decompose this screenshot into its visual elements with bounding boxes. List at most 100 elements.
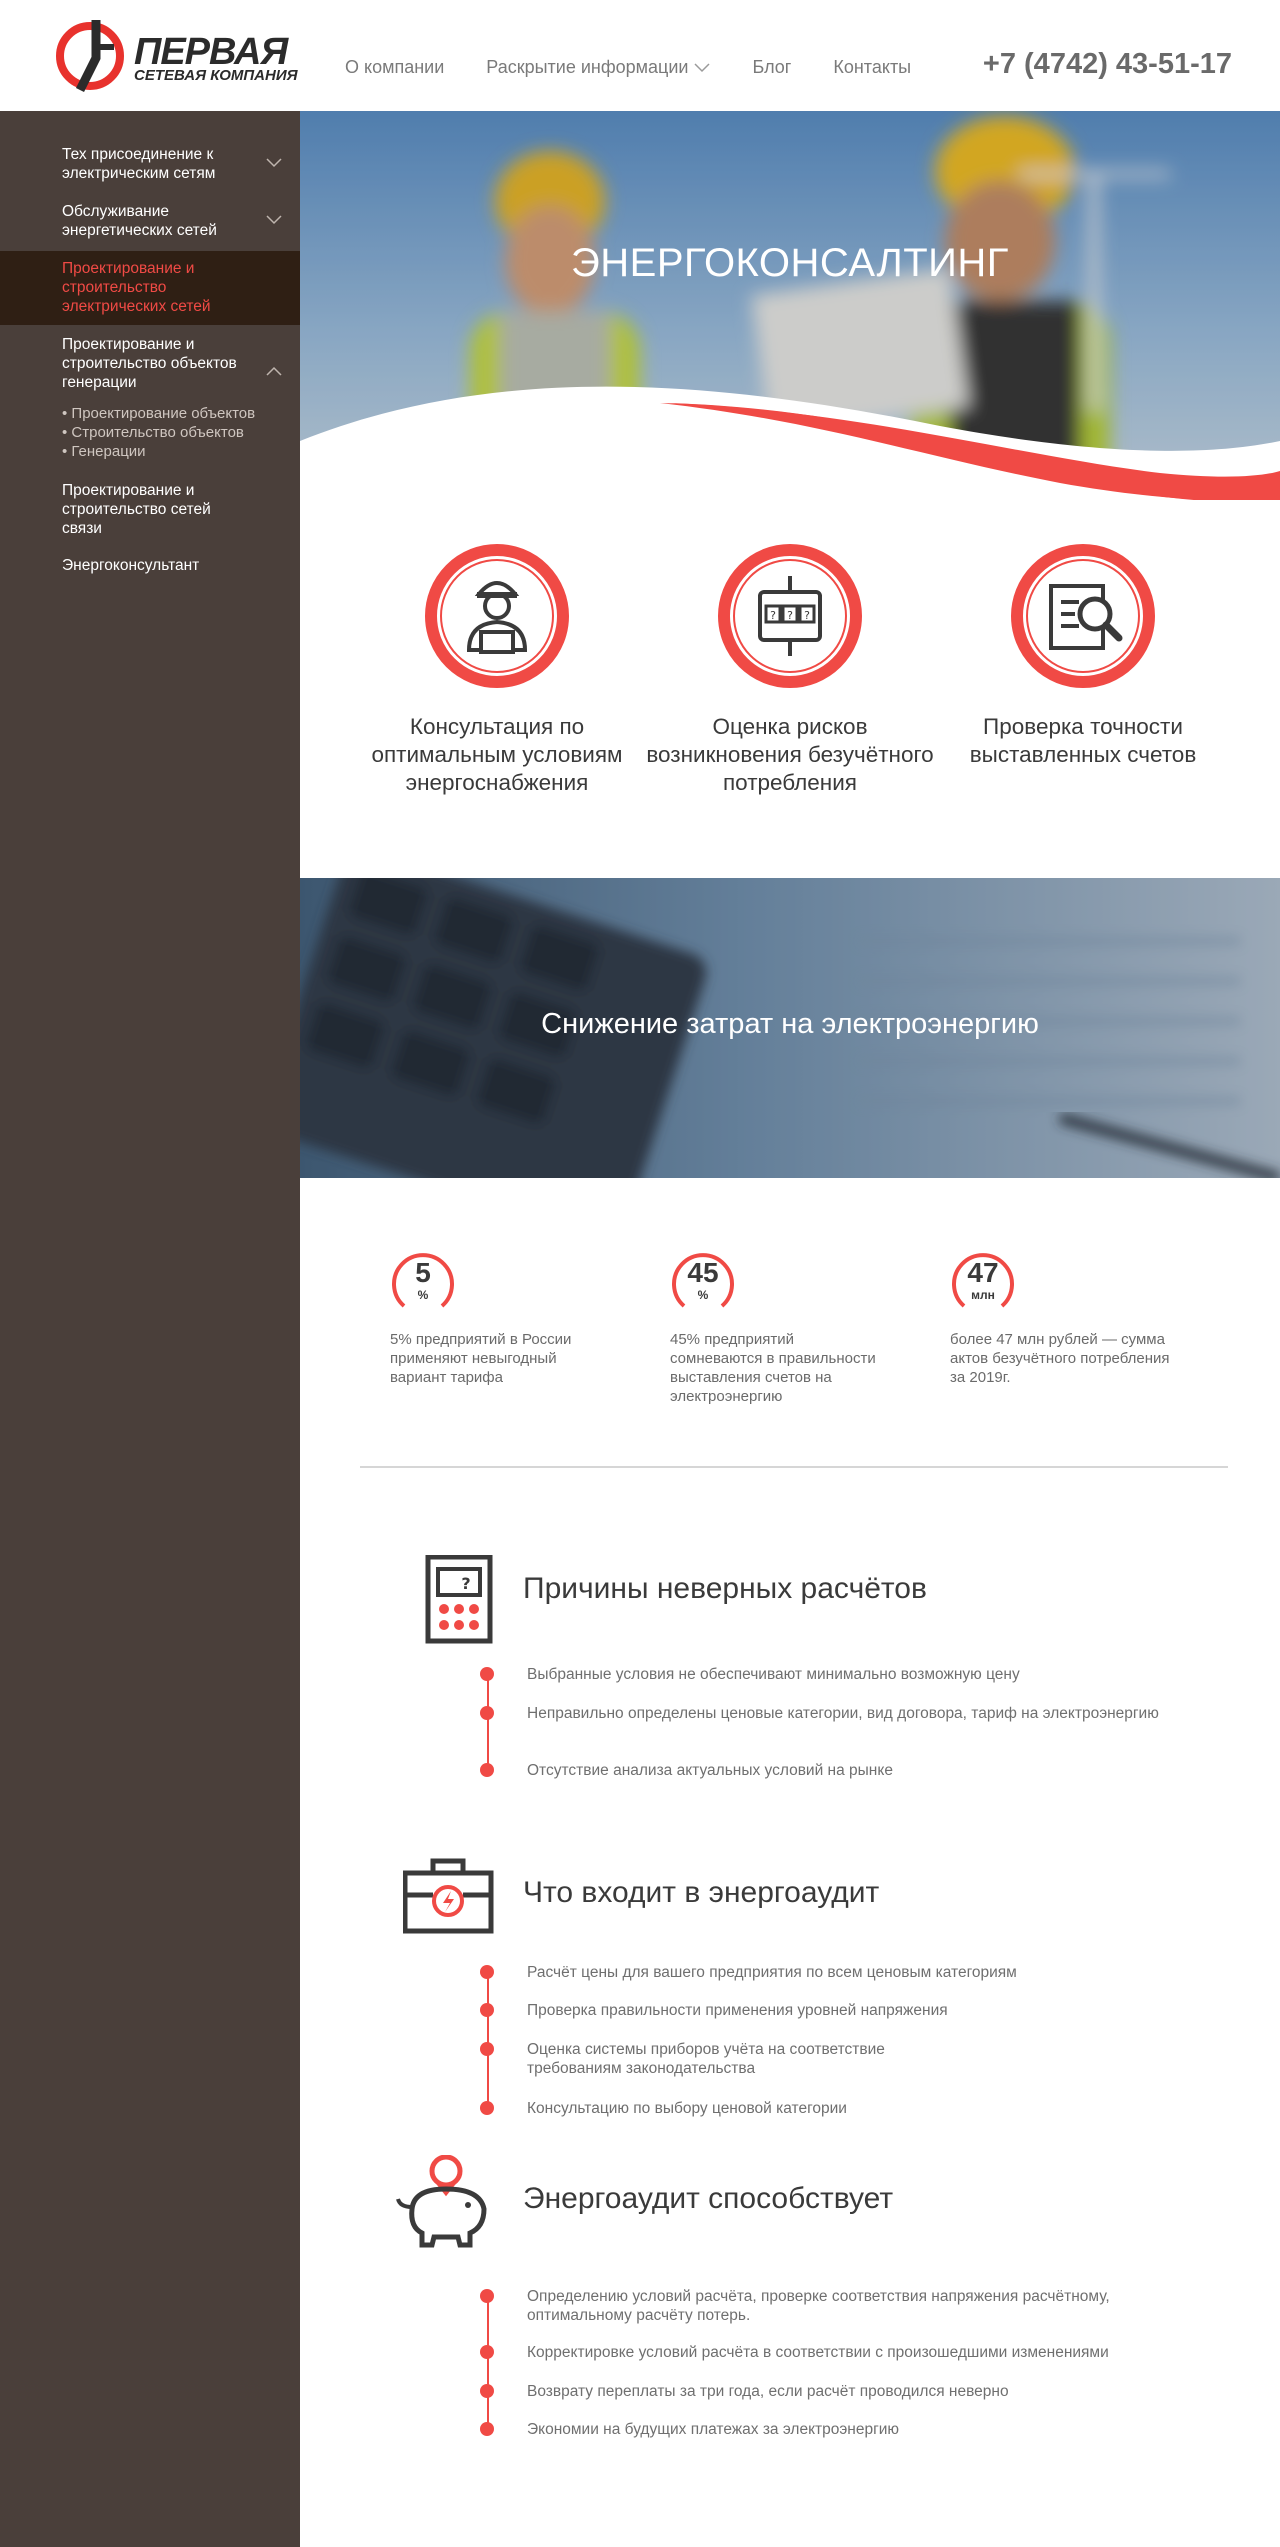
- nav-disclosure-label: Раскрытие информации: [486, 57, 689, 77]
- sidebar-item-label: Проектирование и строительство объектов …: [62, 336, 237, 391]
- section-title: Энергоаудит способствует: [523, 2182, 894, 2215]
- sidebar-item-electric-networks[interactable]: Проектирование и строительство электриче…: [0, 251, 300, 325]
- sidebar-item-consultant[interactable]: Энергоконсультант: [0, 556, 300, 575]
- sidebar-submenu: • Проектирование объектов • Строительств…: [0, 404, 300, 461]
- sidebar-subitem[interactable]: • Проектирование объектов: [0, 404, 300, 423]
- sidebar-item-label: Тех присоединение к электрическим сетям: [62, 146, 216, 182]
- stat-badge: 5 %: [390, 1250, 456, 1316]
- stat-unit: %: [697, 1288, 709, 1302]
- timeline-line: [487, 1972, 489, 2108]
- chevron-down-icon: [266, 215, 282, 225]
- service-bill-check[interactable]: Проверка точности выставленных счетов: [938, 542, 1228, 769]
- section-wrong-calculations: ? Причины неверных расчётов Выбранные ус…: [300, 1555, 1280, 1805]
- hero-banner: ЭНЕРГОКОНСАЛТИНГ: [300, 111, 1280, 500]
- service-consultation[interactable]: Консультация по оптимальным условиям эне…: [352, 542, 642, 797]
- worker-icon: [425, 544, 569, 688]
- cost-banner: Снижение затрат на электроэнергию: [300, 878, 1280, 1178]
- nav-disclosure[interactable]: Раскрытие информации: [486, 57, 710, 78]
- sidebar-item-label: Энергоконсультант: [62, 557, 200, 574]
- sidebar-item-label: Обслуживание энергетических сетей: [62, 203, 217, 239]
- stat-text: 5% предприятий в России применяют невыго…: [390, 1331, 572, 1386]
- sidebar-item-generation[interactable]: Проектирование и строительство объектов …: [0, 335, 300, 392]
- chevron-up-icon: [266, 366, 282, 376]
- stat-text: 45% предприятий сомневаются в правильнос…: [670, 1331, 876, 1405]
- chevron-down-icon: [266, 158, 282, 168]
- hero-title: ЭНЕРГОКОНСАЛТИНГ: [571, 241, 1009, 285]
- svg-text:?: ?: [770, 609, 776, 622]
- service-label: Консультация по оптимальным условиям эне…: [371, 714, 623, 795]
- list-item: Консультацию по выбору ценовой категории: [527, 2100, 847, 2117]
- phone-number[interactable]: +7 (4742) 43-51-17: [983, 48, 1232, 81]
- nav-about-label: О компании: [345, 57, 445, 77]
- meter-icon: ? ? ?: [718, 544, 862, 688]
- list-item: Экономии на будущих платежах за электроэ…: [527, 2421, 900, 2438]
- stat-unit: млн: [971, 1288, 995, 1302]
- timeline-line: [487, 1674, 489, 1770]
- stat-card: 47 млн более 47 млн рублей — сумма актов…: [950, 1250, 1170, 1387]
- nav-about[interactable]: О компании: [345, 57, 444, 78]
- list-item: Неправильно определены ценовые категории…: [527, 1705, 1159, 1722]
- list-item: Оценка системы приборов учёта на соответ…: [527, 2041, 885, 2077]
- timeline-dot: [480, 1667, 494, 1681]
- stat-badge: 45 %: [670, 1250, 736, 1316]
- sidebar-item-maintenance[interactable]: Обслуживание энергетических сетей: [0, 202, 300, 240]
- timeline-dot: [480, 1763, 494, 1777]
- section-title: Причины неверных расчётов: [523, 1572, 927, 1605]
- list-item: Определению условий расчёта, проверке со…: [527, 2288, 1110, 2324]
- svg-text:?: ?: [804, 609, 810, 622]
- banner-title: Снижение затрат на электроэнергию: [541, 1008, 1039, 1040]
- hero-photo: [300, 111, 1280, 500]
- toolbox-icon: [403, 1858, 494, 1934]
- sidebar: Тех присоединение к электрическим сетям …: [0, 111, 300, 2547]
- nav-contacts[interactable]: Контакты: [833, 57, 911, 78]
- nav-blog-label: Блог: [752, 57, 792, 77]
- sidebar-subitem[interactable]: • Строительство объектов: [0, 423, 300, 442]
- svg-text:?: ?: [461, 1574, 470, 1593]
- timeline-dot: [480, 2345, 494, 2359]
- calculator-icon: ?: [425, 1555, 493, 1644]
- logo-subtitle: СЕТЕВАЯ КОМПАНИЯ: [134, 67, 298, 84]
- logo[interactable]: ПЕРВАЯ СЕТЕВАЯ КОМПАНИЯ: [56, 18, 298, 92]
- stat-card: 5 % 5% предприятий в России применяют не…: [390, 1250, 610, 1387]
- service-risk-assessment[interactable]: ? ? ? Оценка рисков возникновения безучё…: [645, 542, 935, 797]
- stat-badge: 47 млн: [950, 1250, 1016, 1316]
- list-item: Выбранные условия не обеспечивают минима…: [527, 1666, 1020, 1683]
- document-search-icon: [1011, 544, 1155, 688]
- list-item: Возврату переплаты за три года, если рас…: [527, 2383, 1009, 2400]
- nav-contacts-label: Контакты: [833, 57, 912, 77]
- stat-number: 45: [687, 1257, 719, 1288]
- service-label: Оценка рисков возникновения безучётного …: [646, 714, 934, 795]
- timeline-dot: [480, 2422, 494, 2436]
- timeline-dot: [480, 1706, 494, 1720]
- nav-blog[interactable]: Блог: [752, 57, 791, 78]
- sidebar-subitem[interactable]: • Генерации: [0, 442, 300, 461]
- stat-unit: %: [417, 1288, 429, 1302]
- list-item: Отсутствие анализа актуальных условий на…: [527, 1762, 893, 1779]
- list-item: Проверка правильности применения уровней…: [527, 2002, 948, 2019]
- section-audit-contents: Что входит в энергоаудит Расчёт цены для…: [300, 1855, 1280, 2125]
- stat-number: 5: [415, 1257, 431, 1288]
- timeline-dot: [480, 1965, 494, 1979]
- sidebar-item-tech-connection[interactable]: Тех присоединение к электрическим сетям: [0, 145, 300, 183]
- stat-number: 47: [967, 1257, 999, 1288]
- timeline-dot: [480, 2384, 494, 2398]
- chevron-down-icon: [694, 62, 710, 72]
- sidebar-item-communication[interactable]: Проектирование и строительство сетей свя…: [0, 481, 300, 538]
- list-item: Расчёт цены для вашего предприятия по вс…: [527, 1964, 1017, 1981]
- stat-card: 45 % 45% предприятий сомневаются в прави…: [670, 1250, 890, 1406]
- stat-text: более 47 млн рублей — сумма актов безучё…: [950, 1331, 1170, 1386]
- section-divider: [360, 1466, 1228, 1468]
- list-item: Корректировке условий расчёта в соответс…: [527, 2344, 1109, 2361]
- sidebar-item-label: Проектирование и строительство сетей свя…: [62, 482, 211, 537]
- timeline-dot: [480, 2042, 494, 2056]
- timeline-line: [487, 2296, 489, 2429]
- piggy-bank-icon: [396, 2155, 487, 2248]
- timeline-dot: [480, 2289, 494, 2303]
- logo-title: ПЕРВАЯ: [134, 31, 288, 73]
- timeline-dot: [480, 2003, 494, 2017]
- logo-mark-icon: [56, 20, 124, 92]
- sidebar-item-label: Проектирование и строительство электриче…: [62, 260, 211, 315]
- section-title: Что входит в энергоаудит: [523, 1876, 880, 1909]
- svg-text:?: ?: [787, 609, 793, 622]
- timeline-dot: [480, 2101, 494, 2115]
